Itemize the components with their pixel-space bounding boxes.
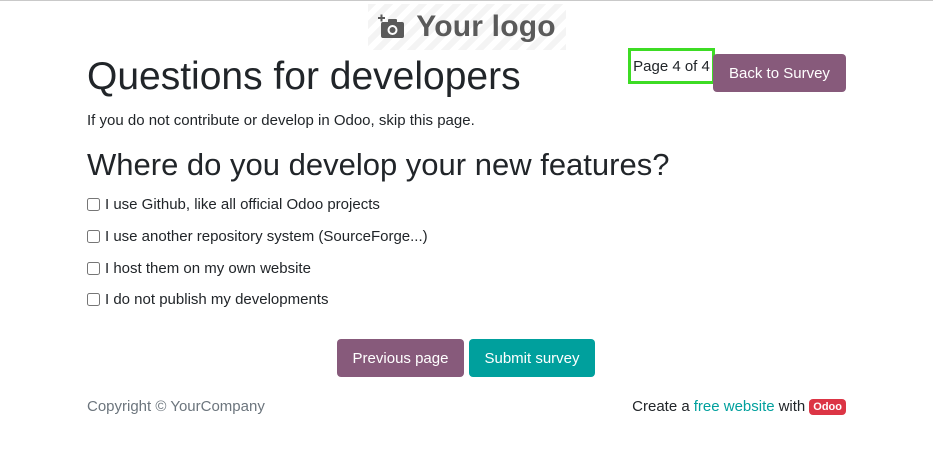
option-label: I use Github, like all official Odoo pro… <box>105 196 380 213</box>
camera-plus-icon <box>378 14 405 38</box>
company-logo[interactable]: Your logo <box>368 4 566 50</box>
top-divider <box>0 0 933 1</box>
copyright-text: Copyright © YourCompany <box>87 398 265 415</box>
option-other-repository[interactable]: I use another repository system (SourceF… <box>87 228 428 245</box>
submit-survey-button[interactable]: Submit survey <box>469 339 595 377</box>
powered-by: Create a free website with Odoo <box>632 398 846 415</box>
option-checkbox[interactable] <box>87 230 100 243</box>
question-title: Where do you develop your new features? <box>87 147 670 182</box>
previous-page-button[interactable]: Previous page <box>337 339 464 377</box>
option-label: I do not publish my developments <box>105 291 329 308</box>
option-checkbox[interactable] <box>87 198 100 211</box>
option-checkbox[interactable] <box>87 293 100 306</box>
option-checkbox[interactable] <box>87 262 100 275</box>
powered-with: with <box>778 398 806 415</box>
option-own-website[interactable]: I host them on my own website <box>87 260 311 277</box>
survey-title: Questions for developers <box>87 55 521 98</box>
option-label: I use another repository system (SourceF… <box>105 228 428 245</box>
odoo-badge[interactable]: Odoo <box>809 398 846 415</box>
option-github[interactable]: I use Github, like all official Odoo pro… <box>87 196 380 213</box>
free-website-link[interactable]: free website <box>694 398 775 415</box>
survey-description: If you do not contribute or develop in O… <box>87 112 475 129</box>
powered-prefix: Create a <box>632 398 690 415</box>
logo-text: Your logo <box>416 10 556 43</box>
option-not-published[interactable]: I do not publish my developments <box>87 291 328 308</box>
option-label: I host them on my own website <box>105 260 311 277</box>
back-to-survey-button[interactable]: Back to Survey <box>713 54 846 92</box>
page-indicator: Page 4 of 4 <box>628 48 715 84</box>
